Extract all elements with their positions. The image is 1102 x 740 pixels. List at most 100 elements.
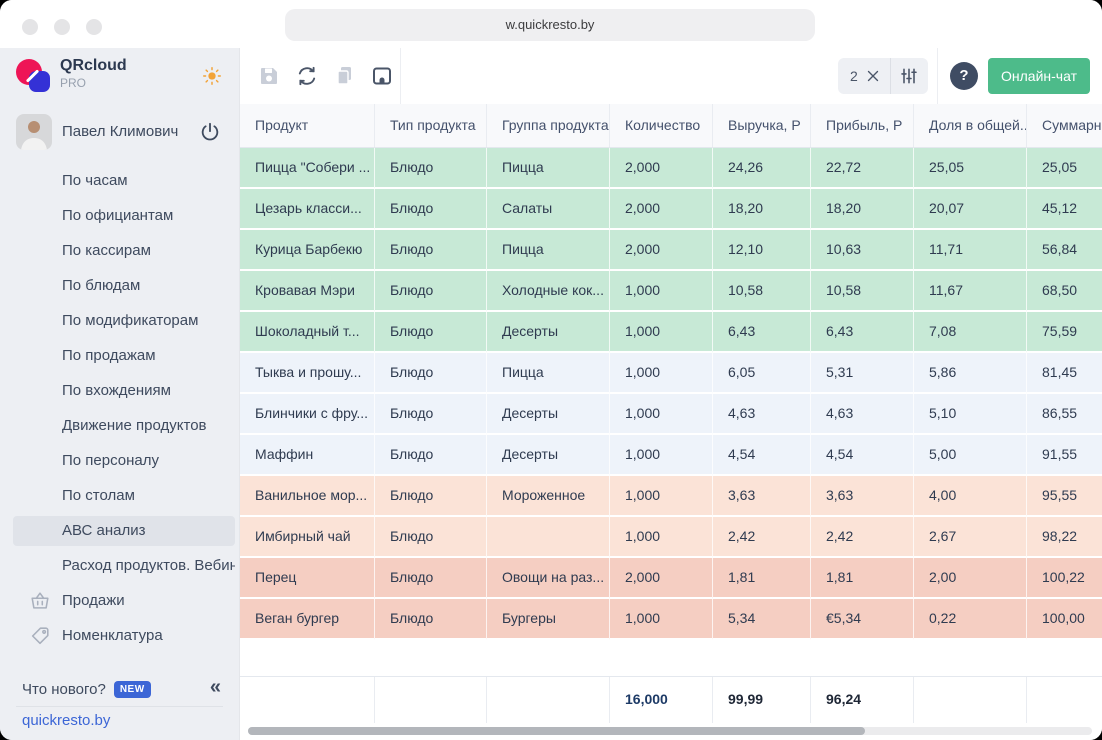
window-close-dot[interactable] [22, 19, 38, 35]
sidebar-section-номенклатура[interactable]: Номенклатура [13, 621, 235, 651]
site-link[interactable]: quickresto.by [22, 710, 110, 732]
logout-power-icon[interactable] [199, 121, 221, 143]
table-row[interactable]: Маффин Блюдо Десерты 1,000 4,54 4,54 5,00 91,55 [240, 435, 1102, 476]
online-chat-button[interactable]: Онлайн-чат [988, 58, 1090, 94]
table-cell: 95,55 [1027, 476, 1102, 517]
theme-sun-icon[interactable] [201, 65, 223, 87]
toolbar: 2 ? Онлайн-чат [240, 48, 1102, 105]
table-cell: 100,22 [1027, 558, 1102, 599]
table-cell: Блюдо [375, 353, 487, 394]
sidebar-item[interactable]: По продажам [13, 341, 235, 371]
help-button[interactable]: ? [950, 62, 978, 90]
window-controls [22, 19, 102, 35]
window-minimize-dot[interactable] [54, 19, 70, 35]
tag-icon [29, 625, 51, 647]
sidebar-item[interactable]: По модификаторам [13, 306, 235, 336]
table-row[interactable]: Курица Барбекю Блюдо Пицца 2,000 12,10 10,63 1… [240, 230, 1102, 271]
table-body: Пицца "Собери ... Блюдо Пицца 2,000 24,26 22,… [240, 148, 1102, 640]
user-name: Павел Климович [62, 123, 179, 140]
sidebar-item[interactable]: По часам [13, 166, 235, 196]
sidebar-item[interactable]: По официантам [13, 201, 235, 231]
url-bar[interactable]: w.quickresto.by [285, 9, 815, 41]
sidebar-item[interactable]: По блюдам [13, 271, 235, 301]
table-row[interactable]: Цезарь класси... Блюдо Салаты 2,000 18,20 18,… [240, 189, 1102, 230]
save-button[interactable] [256, 63, 282, 89]
brand-block: QRcloud PRO [60, 56, 127, 91]
table-row[interactable]: Имбирный чай Блюдо 1,000 2,42 2,42 2,67 98,22 [240, 517, 1102, 558]
horizontal-scrollbar[interactable] [248, 727, 1092, 735]
display-button[interactable] [369, 63, 395, 89]
table-cell: Блюдо [375, 230, 487, 271]
clear-filters-close-icon[interactable] [864, 67, 882, 85]
refresh-button[interactable] [294, 63, 320, 89]
table-cell: 0,22 [914, 599, 1027, 640]
basket-icon [29, 590, 51, 612]
table-row[interactable]: Блинчики с фру... Блюдо Десерты 1,000 4,63 4,… [240, 394, 1102, 435]
table-cell: 2,000 [610, 148, 713, 189]
app-window: w.quickresto.by QRcloud PRO Павел Климов… [0, 0, 1102, 740]
table-cell: 20,07 [914, 189, 1027, 230]
table-row[interactable]: Шоколадный т... Блюдо Десерты 1,000 6,43 6,43… [240, 312, 1102, 353]
table-cell: 4,00 [914, 476, 1027, 517]
table-cell: Блюдо [375, 312, 487, 353]
column-header[interactable]: Группа продукта [487, 104, 610, 147]
column-header[interactable]: Прибыль, Р [811, 104, 914, 147]
logo-row: QRcloud PRO [0, 48, 239, 104]
column-header[interactable]: Количество [610, 104, 713, 147]
table-cell: Перец [240, 558, 375, 599]
table-row[interactable]: Тыква и прошу... Блюдо Пицца 1,000 6,05 5,31 5… [240, 353, 1102, 394]
table-cell: 1,81 [811, 558, 914, 599]
collapse-sidebar-icon[interactable]: « [210, 676, 221, 699]
table-cell: 5,31 [811, 353, 914, 394]
copy-button[interactable] [332, 63, 358, 89]
table-cell: 10,58 [811, 271, 914, 312]
column-header[interactable]: Продукт [240, 104, 375, 147]
table-cell: 5,86 [914, 353, 1027, 394]
scrollbar-thumb[interactable] [248, 727, 865, 735]
column-header[interactable]: Тип продукта [375, 104, 487, 147]
table-cell: 98,22 [1027, 517, 1102, 558]
sidebar-item[interactable]: По персоналу [13, 446, 235, 476]
table-cell: 1,000 [610, 394, 713, 435]
table-cell: 4,63 [713, 394, 811, 435]
table-cell: €5,34 [811, 599, 914, 640]
filter-sliders-icon[interactable] [899, 66, 919, 86]
sidebar-item[interactable]: По кассирам [13, 236, 235, 266]
filter-chip[interactable]: 2 [838, 58, 928, 94]
table-cell: 7,08 [914, 312, 1027, 353]
sidebar-section-label: Продажи [62, 592, 125, 609]
table-cell: 3,63 [811, 476, 914, 517]
table-cell: 4,54 [811, 435, 914, 476]
sidebar-item[interactable]: Расход продуктов. Вебин... [13, 551, 235, 581]
table-row[interactable]: Веган бургер Блюдо Бургеры 1,000 5,34 €5,34 0,… [240, 599, 1102, 640]
sidebar-item[interactable]: Движение продуктов [13, 411, 235, 441]
total-cell [914, 677, 1027, 723]
table-cell: 1,000 [610, 517, 713, 558]
sidebar-item[interactable]: По столам [13, 481, 235, 511]
table-cell: Десерты [487, 394, 610, 435]
window-zoom-dot[interactable] [86, 19, 102, 35]
column-header[interactable]: Доля в общей... [914, 104, 1027, 147]
table-row[interactable]: Кровавая Мэри Блюдо Холодные кок... 1,000 10… [240, 271, 1102, 312]
table-cell: Имбирный чай [240, 517, 375, 558]
column-header[interactable]: Суммарная [1027, 104, 1102, 147]
table-cell: 1,000 [610, 353, 713, 394]
total-cell: 96,24 [811, 677, 914, 723]
table-cell [487, 517, 610, 558]
column-header[interactable]: Выручка, Р [713, 104, 811, 147]
sidebar-item[interactable]: По вхождениям [13, 376, 235, 406]
whats-new-link[interactable]: Что нового? [22, 681, 106, 698]
table-cell: 2,000 [610, 230, 713, 271]
sidebar-section-продажи[interactable]: Продажи [13, 586, 235, 616]
table-cell: 81,45 [1027, 353, 1102, 394]
refresh-icon [298, 66, 316, 86]
sidebar-item[interactable]: АВС анализ [13, 516, 235, 546]
table-cell: 2,00 [914, 558, 1027, 599]
table-row[interactable]: Пицца "Собери ... Блюдо Пицца 2,000 24,26 22,… [240, 148, 1102, 189]
table-cell: Десерты [487, 312, 610, 353]
table-cell: Холодные кок... [487, 271, 610, 312]
table-cell: Кровавая Мэри [240, 271, 375, 312]
table-row[interactable]: Ванильное мор... Блюдо Мороженное 1,000 3,63… [240, 476, 1102, 517]
table-cell: 100,00 [1027, 599, 1102, 640]
table-row[interactable]: Перец Блюдо Овощи на раз... 2,000 1,81 1,81 2,… [240, 558, 1102, 599]
